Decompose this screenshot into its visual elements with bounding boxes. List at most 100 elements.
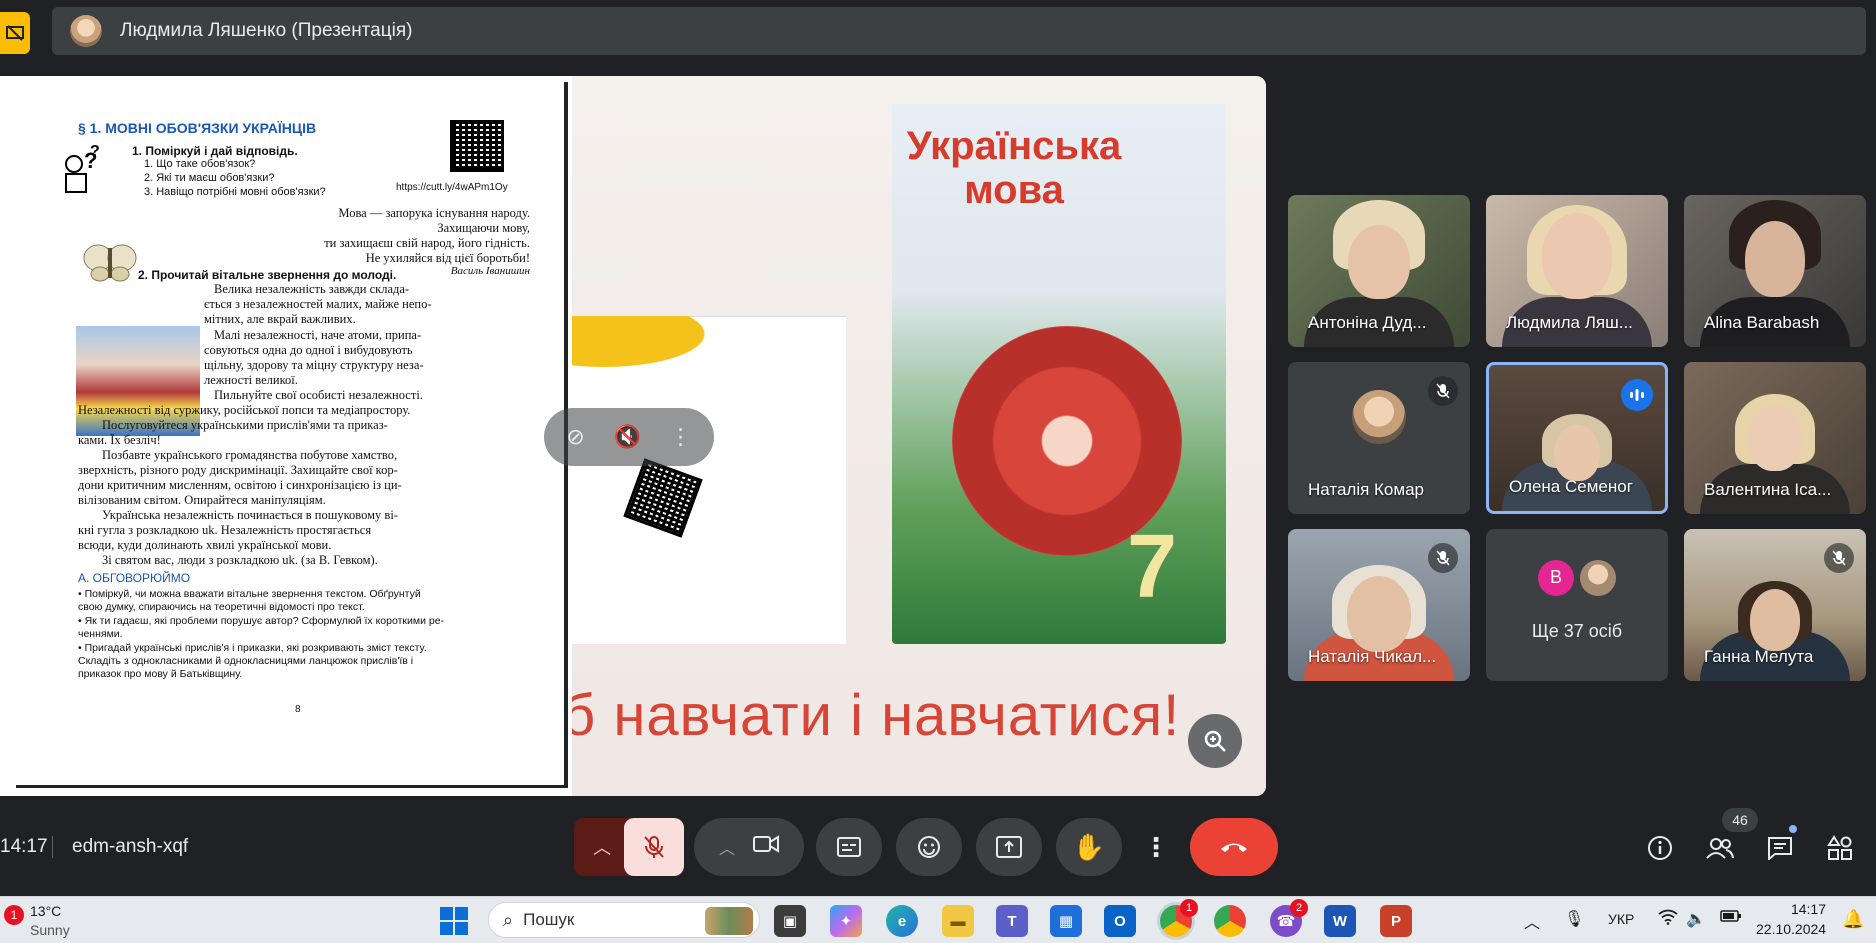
store-icon[interactable]: ▦ <box>1050 905 1082 937</box>
participant-tile[interactable]: Наталія Чикал... <box>1288 529 1470 681</box>
textbook-link[interactable]: https://cutt.ly/4wAPm1Oy <box>396 182 508 193</box>
participant-tile[interactable]: Валентина Іса... <box>1684 362 1866 514</box>
camera-icon[interactable] <box>753 833 779 861</box>
mic-off-button[interactable] <box>624 818 684 876</box>
weather-condition[interactable]: Sunny <box>30 922 70 938</box>
microphone-tray-icon[interactable]: 🎙 <box>1564 909 1584 929</box>
chat-icon[interactable] <box>1762 830 1798 866</box>
participant-video <box>1748 405 1802 471</box>
body-line: щільну, здорову та міцну структуру неза- <box>204 358 424 372</box>
body-line: всюди, куди долинають хвилі української … <box>78 538 332 552</box>
participant-avatar <box>1352 389 1406 444</box>
people-count-badge: 46 <box>1722 808 1758 832</box>
people-icon[interactable] <box>1702 830 1738 866</box>
participant-video <box>1750 589 1800 652</box>
participant-name: Alina Barabash <box>1704 313 1820 332</box>
viber-badge: 2 <box>1290 899 1308 917</box>
hang-up-icon <box>1221 843 1247 852</box>
qr-code <box>450 120 504 172</box>
meeting-info-icon[interactable] <box>1642 830 1678 866</box>
body-line: лежності великої. <box>204 373 298 387</box>
body-line: ється з незалежностей малих, майже непо- <box>204 297 432 311</box>
unpin-icon[interactable]: ⊘ <box>566 424 584 450</box>
activities-icon[interactable] <box>1822 830 1858 866</box>
task1-q1: 1. Що таке обов'язок? <box>144 158 256 170</box>
more-participants-avatars: В <box>1538 559 1616 596</box>
presenter-avatar <box>70 15 102 47</box>
participant-name: Наталія Комар <box>1308 480 1424 499</box>
task2-title: 2. Прочитай вітальне звернення до молоді… <box>138 268 397 282</box>
participant-video <box>1542 212 1612 299</box>
captions-button[interactable] <box>816 818 882 876</box>
teams-icon[interactable]: T <box>996 905 1028 937</box>
weather-temperature[interactable]: 13°C <box>30 903 61 919</box>
copilot-icon[interactable]: ✦ <box>830 905 862 937</box>
body-line: вілізованим світом. Опирайтеся маніпуляц… <box>78 493 326 507</box>
raise-hand-icon: ✋ <box>1072 831 1106 862</box>
participant-name: Олена Семеног <box>1509 477 1633 496</box>
search-icon: ⌕ <box>503 909 514 930</box>
more-vert-icon: ⋮ <box>1143 831 1169 862</box>
raise-hand-button[interactable]: ✋ <box>1056 818 1122 876</box>
leave-call-button[interactable] <box>1190 818 1278 876</box>
taskbar-clock-date[interactable]: 22.10.2024 <box>1756 921 1826 937</box>
taskbar-clock-time[interactable]: 14:17 <box>1760 901 1826 917</box>
call-time: 14:17 <box>0 836 48 857</box>
participant-name: Валентина Іса... <box>1704 480 1832 499</box>
participant-name: Наталія Чикал... <box>1308 647 1437 666</box>
book-qr-code <box>623 458 703 538</box>
slide-title-line-1: Українська <box>906 124 1122 168</box>
sunflower-image <box>572 316 732 376</box>
participant-tile[interactable]: Наталія Комар <box>1288 362 1470 514</box>
participant-tile[interactable]: Alina Barabash <box>1684 195 1866 347</box>
more-participants-tile[interactable]: В Ще 37 осіб <box>1486 529 1668 681</box>
battery-icon[interactable] <box>1720 909 1742 928</box>
audio-options-chevron-icon[interactable]: ︿ <box>574 818 630 876</box>
shared-screen: § 1. МОВНІ ОБОВ'ЯЗКИ УКРАЇНЦІВ ?? 1. Пом… <box>0 76 1266 796</box>
video-options-chevron-icon[interactable]: ︿ <box>719 835 735 859</box>
bullet-line: свою думку, спираючись на теоретичні від… <box>78 601 365 613</box>
show-hidden-icons-chevron-icon[interactable]: ︿ <box>1524 909 1540 933</box>
speaking-indicator-icon <box>1621 379 1653 411</box>
participant-tile[interactable]: Ганна Мелута <box>1684 529 1866 681</box>
chrome-profile-icon[interactable] <box>1214 905 1246 937</box>
powerpoint-icon[interactable]: P <box>1380 905 1412 937</box>
more-options-button[interactable]: ⋮ <box>1136 818 1176 876</box>
language-indicator[interactable]: УКР <box>1608 911 1634 927</box>
notifications-bell-icon[interactable]: 🔔 <box>1842 909 1864 930</box>
participant-tile-active-speaker[interactable]: Олена Семеног <box>1486 362 1668 514</box>
participant-video <box>1745 220 1805 297</box>
task1-title: 1. Поміркуй і дай відповідь. <box>132 144 298 158</box>
body-line: Позбавте українського громадянства побут… <box>102 448 398 462</box>
mute-presentation-icon[interactable]: 🔇 <box>614 424 641 450</box>
body-line: Зі святом вас, люди з розкладкою uk. (за… <box>102 553 378 567</box>
search-highlight-image <box>705 907 753 935</box>
emoji-reaction-button[interactable] <box>896 818 962 876</box>
bullet-line: • Пригадай українські прислів'я і приказ… <box>78 642 427 654</box>
section-title: § 1. МОВНІ ОБОВ'ЯЗКИ УКРАЇНЦІВ <box>78 120 317 136</box>
svg-text:?: ? <box>90 144 100 160</box>
body-line: дони критичним мисленням, освітою і синх… <box>78 478 402 492</box>
windows-start-icon[interactable] <box>440 907 468 935</box>
task-view-icon[interactable]: ▣ <box>774 905 806 937</box>
meeting-code[interactable]: edm-ansh-xqf <box>72 836 188 858</box>
textbook-page: § 1. МОВНІ ОБОВ'ЯЗКИ УКРАЇНЦІВ ?? 1. Пом… <box>16 82 568 788</box>
participant-tile[interactable]: Людмила Ляш... <box>1486 195 1668 347</box>
edge-icon[interactable]: e <box>886 905 918 937</box>
taskbar-search[interactable]: ⌕ Пошук <box>488 902 760 938</box>
present-screen-button[interactable] <box>976 818 1042 876</box>
poem-author: Василь Іванишин <box>450 265 530 277</box>
file-explorer-icon[interactable]: ▬ <box>942 905 974 937</box>
poem-line-3: ти захищаєш свій народ, його гідність. <box>324 236 530 250</box>
participant-tile[interactable]: Антоніна Дуд... <box>1288 195 1470 347</box>
presenting-icon[interactable] <box>0 12 30 54</box>
emoji-icon <box>918 836 940 858</box>
outlook-icon[interactable]: O <box>1104 905 1136 937</box>
word-icon[interactable]: W <box>1324 905 1356 937</box>
bullet-line: Складіть з однокласниками й однокласниця… <box>78 655 414 667</box>
bullet-line: • Як ти гадаєш, які проблеми порушує авт… <box>78 615 445 627</box>
more-options-icon[interactable]: ⋮ <box>670 424 692 450</box>
wifi-icon[interactable] <box>1658 909 1678 930</box>
zoom-icon[interactable] <box>1188 714 1242 768</box>
volume-icon[interactable]: 🔈 <box>1686 909 1706 929</box>
